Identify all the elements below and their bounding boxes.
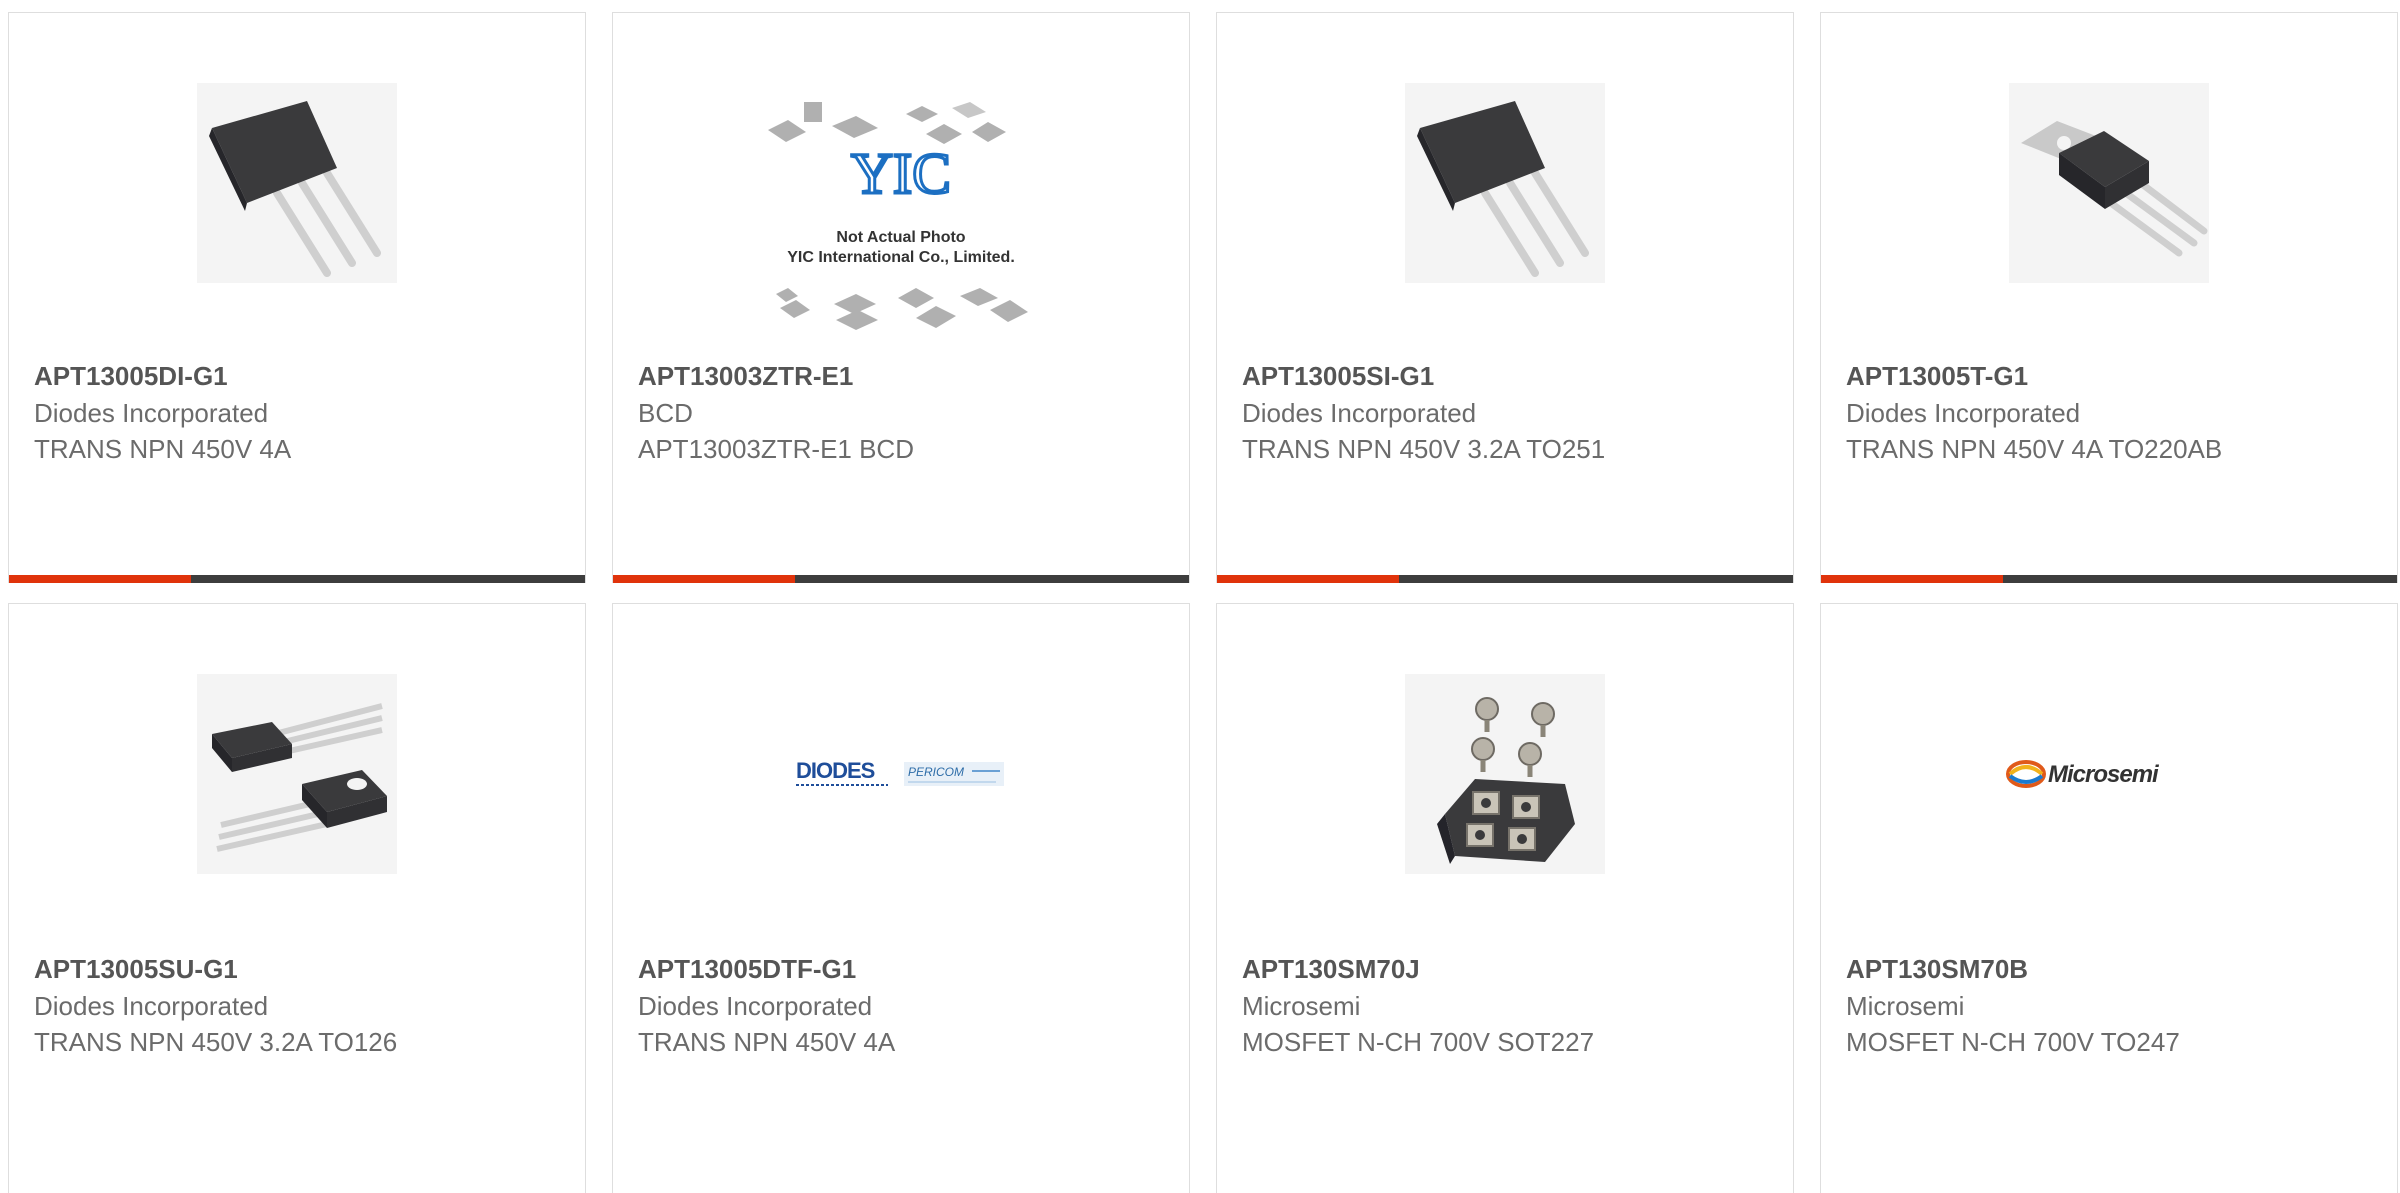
card-bottom-bar [613, 575, 1189, 583]
card-accent [613, 575, 795, 583]
manufacturer: Diodes Incorporated [1242, 398, 1477, 428]
diodes-logo-text: DIODES [796, 758, 875, 783]
manufacturer: Diodes Incorporated [34, 991, 269, 1021]
to126-transistor-icon [197, 674, 397, 874]
product-card[interactable]: Microsemi APT130SM70B Microsemi MOSFET N… [1820, 603, 2398, 1193]
placeholder-line-1: Not Actual Photo [836, 229, 965, 246]
description: TRANS NPN 450V 4A TO220AB [1846, 434, 2223, 464]
sot227-module-icon [1405, 674, 1605, 874]
card-accent [1821, 575, 2003, 583]
product-card[interactable]: APT13005SI-G1 Diodes Incorporated TRANS … [1216, 12, 1794, 583]
card-accent [1217, 575, 1399, 583]
to251-transistor-icon [1405, 83, 1605, 283]
card-bottom-bar [1821, 575, 2397, 583]
product-grid: APT13005DI-G1 Diodes Incorporated TRANS … [8, 12, 2400, 1193]
description: APT13003ZTR-E1 BCD [638, 434, 914, 464]
description: MOSFET N-CH 700V TO247 [1846, 1027, 2180, 1057]
description: TRANS NPN 450V 4A [34, 434, 292, 464]
product-card[interactable]: YIC Not Actual Photo YIC International C… [612, 12, 1190, 583]
to220-transistor-icon [2009, 83, 2209, 283]
part-number[interactable]: APT130SM70B [1846, 950, 2377, 988]
product-card[interactable]: APT13005SU-G1 Diodes Incorporated TRANS … [8, 603, 586, 1193]
manufacturer: Microsemi [1846, 991, 1965, 1021]
placeholder-line-2: YIC International Co., Limited. [787, 249, 1015, 266]
card-accent [9, 575, 191, 583]
part-number[interactable]: APT13005DTF-G1 [638, 950, 1169, 988]
part-number[interactable]: APT13005SU-G1 [34, 950, 565, 988]
card-bottom-bar [9, 575, 585, 583]
description: TRANS NPN 450V 3.2A TO251 [1242, 434, 1606, 464]
manufacturer: Diodes Incorporated [34, 398, 269, 428]
part-number[interactable]: APT13003ZTR-E1 [638, 357, 1169, 395]
pericom-logo-text: PERICOM [908, 765, 964, 779]
card-bottom-bar [1217, 575, 1793, 583]
manufacturer: Microsemi [1242, 991, 1361, 1021]
description: TRANS NPN 450V 4A [638, 1027, 896, 1057]
description: MOSFET N-CH 700V SOT227 [1242, 1027, 1595, 1057]
diodes-pericom-logo-icon: DIODES PERICOM [796, 674, 1006, 874]
manufacturer: BCD [638, 398, 693, 428]
microsemi-logo-icon: Microsemi [2004, 674, 2214, 874]
part-number[interactable]: APT130SM70J [1242, 950, 1773, 988]
to251-transistor-icon [197, 83, 397, 283]
product-card[interactable]: APT130SM70J Microsemi MOSFET N-CH 700V S… [1216, 603, 1794, 1193]
manufacturer: Diodes Incorporated [638, 991, 873, 1021]
microsemi-logo-text: Microsemi [2048, 761, 2160, 788]
product-card[interactable]: APT13005T-G1 Diodes Incorporated TRANS N… [1820, 12, 2398, 583]
product-card[interactable]: APT13005DI-G1 Diodes Incorporated TRANS … [8, 12, 586, 583]
placeholder-not-actual-photo-icon: YIC Not Actual Photo YIC International C… [766, 98, 1036, 338]
part-number[interactable]: APT13005T-G1 [1846, 357, 2377, 395]
part-number[interactable]: APT13005SI-G1 [1242, 357, 1773, 395]
part-number[interactable]: APT13005DI-G1 [34, 357, 565, 395]
description: TRANS NPN 450V 3.2A TO126 [34, 1027, 398, 1057]
product-card[interactable]: DIODES PERICOM APT13005DTF-G1 Diodes Inc… [612, 603, 1190, 1193]
manufacturer: Diodes Incorporated [1846, 398, 2081, 428]
yic-logo: YIC [851, 141, 951, 206]
